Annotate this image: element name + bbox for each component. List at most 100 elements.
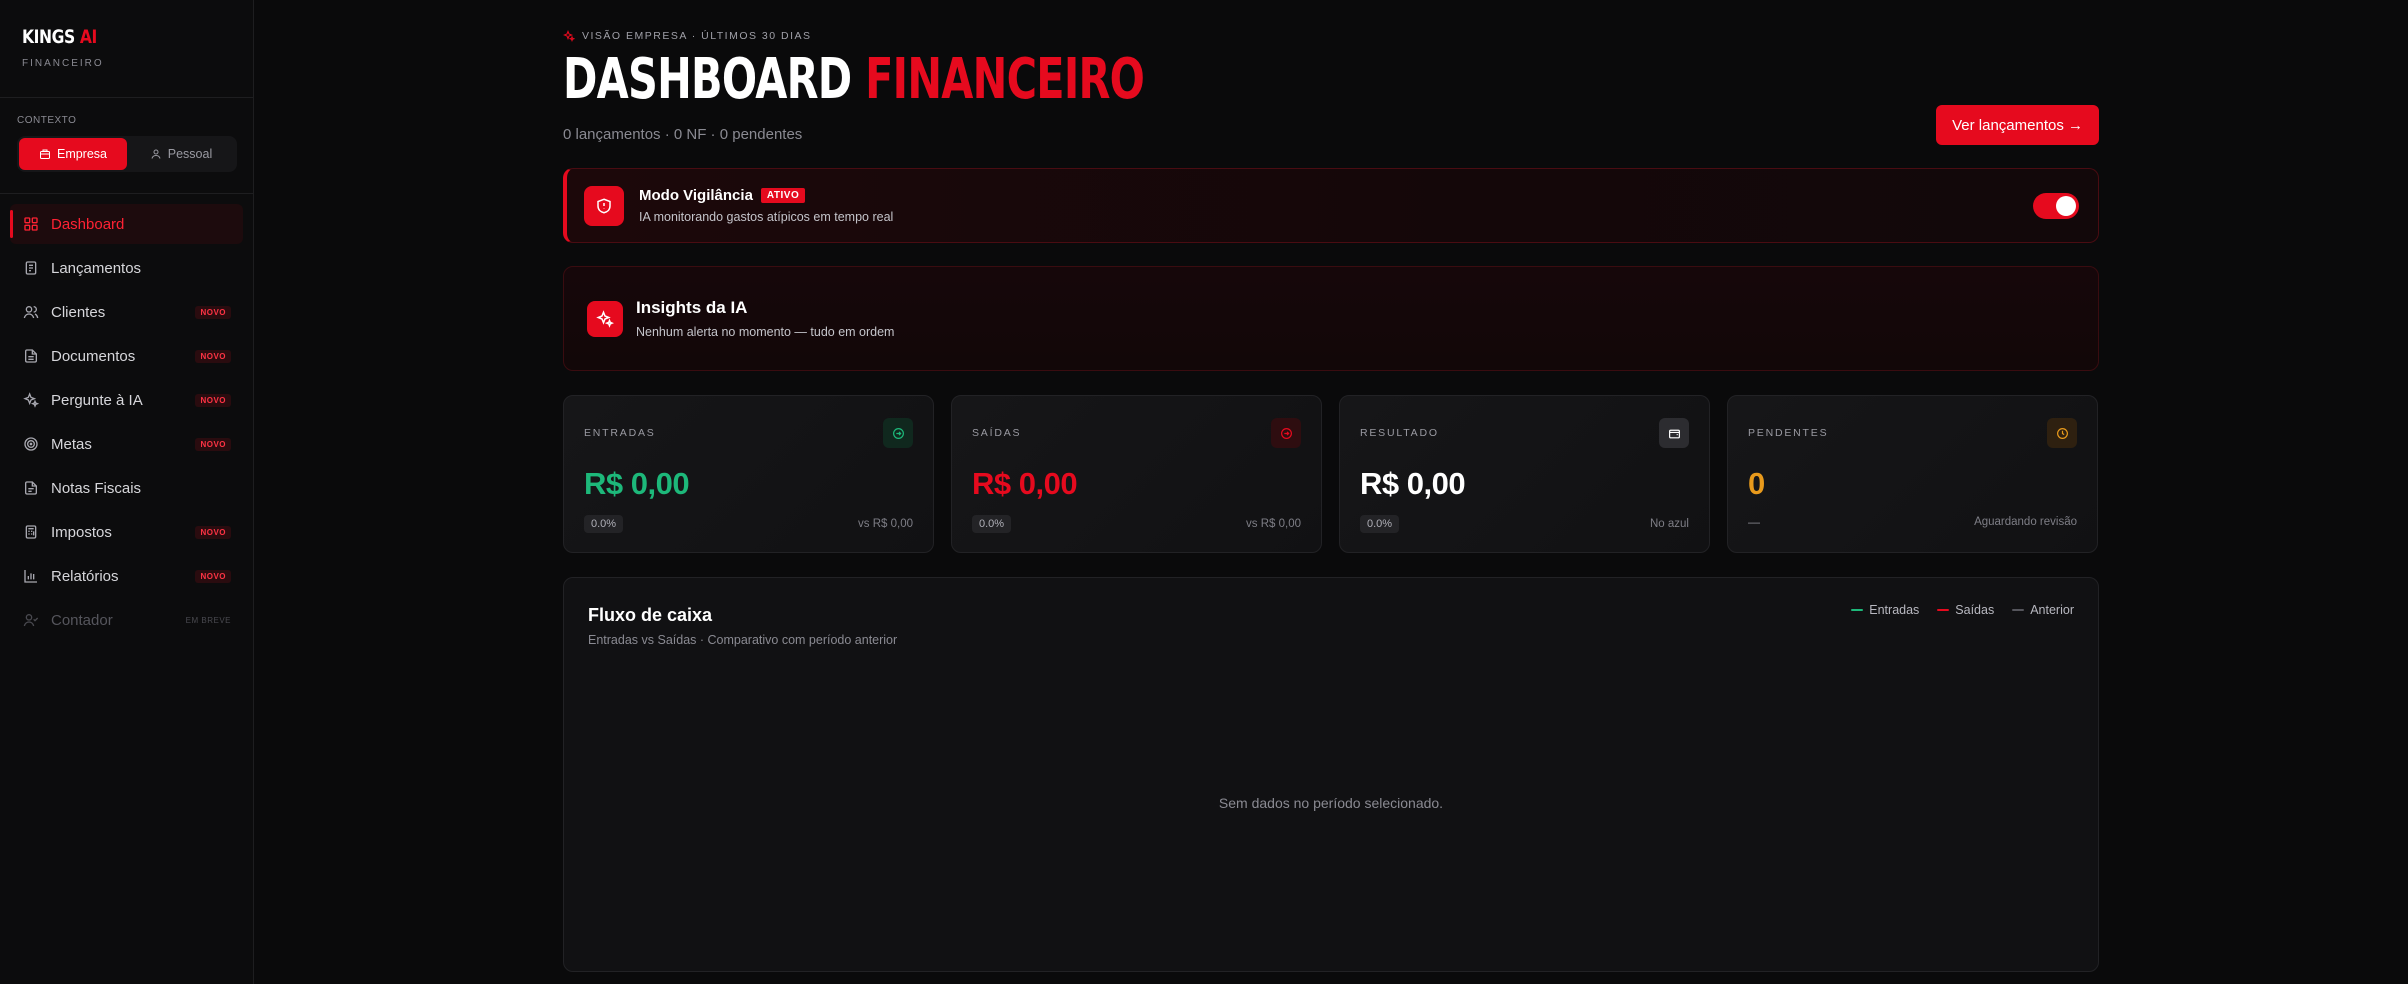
vigilance-title: Modo Vigilância [639, 187, 753, 204]
brand-subtitle: FINANCEIRO [22, 58, 104, 69]
legend-swatch [1851, 609, 1864, 611]
sidebar-item-label: Dashboard [51, 215, 125, 233]
status-badge: ATIVO [760, 188, 806, 203]
kpi-footer: — Aguardando revisão [1748, 515, 2077, 529]
eyebrow-text: VISÃO EMPRESA · ÚLTIMOS 30 DIAS [582, 30, 812, 42]
page-title: DASHBOARD FINANCEIRO [563, 47, 1145, 112]
grid-icon [23, 216, 39, 232]
page-title-accent: FINANCEIRO [865, 47, 1145, 112]
sidebar-item-pergunte-ia[interactable]: Pergunte à IA NOVO [10, 380, 243, 420]
kpi-change-chip: 0.0% [1360, 515, 1400, 533]
vigilance-toggle[interactable] [2033, 193, 2079, 219]
legend-item-anterior[interactable]: Anterior [2012, 603, 2074, 617]
kpi-label: SAÍDAS [972, 427, 1022, 439]
new-badge: NOVO [195, 437, 231, 451]
chart-empty-state: Sem dados no período selecionado. [1218, 795, 1444, 811]
vigilance-title-row: Modo Vigilância ATIVO [639, 187, 893, 204]
sidebar-item-documentos[interactable]: Documentos NOVO [10, 336, 243, 376]
legend-item-saidas[interactable]: Saídas [1937, 603, 1994, 617]
document-icon [23, 348, 39, 364]
legend-label: Anterior [2030, 603, 2074, 617]
context-section: CONTEXTO Empresa Pessoal [0, 98, 253, 194]
kpi-change-placeholder: — [1748, 515, 1760, 529]
kpi-change-chip: 0.0% [972, 515, 1012, 533]
context-option-empresa[interactable]: Empresa [19, 138, 127, 170]
sidebar-item-notas-fiscais[interactable]: Notas Fiscais [10, 468, 243, 508]
kpi-label: ENTRADAS [584, 427, 656, 439]
toggle-knob [2056, 196, 2076, 216]
kpi-note: vs R$ 0,00 [1246, 518, 1301, 530]
app: KINGS AI FINANCEIRO CONTEXTO Empresa Pes… [0, 0, 2408, 984]
kpi-value: 0 [1748, 466, 1765, 501]
clock-icon [2047, 418, 2077, 448]
users-icon [23, 304, 39, 320]
context-option-label: Empresa [56, 147, 108, 161]
sidebar-item-label: Impostos [51, 523, 112, 541]
user-check-icon [23, 612, 39, 628]
kpi-note: vs R$ 0,00 [858, 518, 913, 530]
kpi-card-pendentes: PENDENTES 0 — Aguardando revisão [1727, 395, 2098, 553]
new-badge: NOVO [195, 525, 231, 539]
kpi-label: PENDENTES [1748, 427, 1829, 439]
kpi-note: Aguardando revisão [1974, 516, 2077, 528]
brand: KINGS AI FINANCEIRO [0, 0, 253, 98]
brand-logo[interactable]: KINGS AI [22, 26, 193, 48]
arrow-circle-icon [1271, 418, 1301, 448]
sparkles-icon [587, 300, 623, 337]
kpi-card-resultado: RESULTADO R$ 0,00 0.0% No azul [1339, 395, 1710, 553]
sidebar: KINGS AI FINANCEIRO CONTEXTO Empresa Pes… [0, 0, 254, 984]
page-summary: 0 lançamentos · 0 NF · 0 pendentes [563, 126, 803, 143]
insights-title: Insights da IA [636, 298, 748, 317]
kpi-label: RESULTADO [1360, 427, 1439, 439]
main-content: VISÃO EMPRESA · ÚLTIMOS 30 DIAS DASHBOAR… [254, 0, 2408, 984]
sidebar-nav: Dashboard Lançamentos Clientes NOVO Docu… [0, 194, 253, 644]
sparkles-icon [23, 392, 39, 408]
kpi-row: ENTRADAS R$ 0,00 0.0% vs R$ 0,00 SAÍDAS … [563, 395, 2099, 553]
sidebar-item-clientes[interactable]: Clientes NOVO [10, 292, 243, 332]
ai-insights-card: Insights da IA Nenhum alerta no momento … [563, 266, 2099, 371]
sidebar-item-label: Contador [51, 611, 113, 629]
kpi-note: No azul [1650, 518, 1689, 530]
file-text-icon [23, 480, 39, 496]
vigilance-text: Modo Vigilância ATIVO IA monitorando gas… [639, 187, 893, 224]
wallet-icon [1659, 418, 1689, 448]
sidebar-item-label: Notas Fiscais [51, 479, 142, 497]
legend-swatch [2012, 609, 2025, 611]
context-switch: Empresa Pessoal [17, 136, 237, 172]
sidebar-item-label: Metas [51, 435, 92, 453]
kpi-footer: 0.0% vs R$ 0,00 [584, 515, 913, 533]
sidebar-item-relatorios[interactable]: Relatórios NOVO [10, 556, 243, 596]
sidebar-item-dashboard[interactable]: Dashboard [10, 204, 243, 244]
new-badge: NOVO [195, 569, 231, 583]
context-label: CONTEXTO [17, 115, 77, 126]
legend-swatch [1937, 609, 1950, 611]
brand-name-main: KINGS [22, 26, 75, 48]
sparkles-icon [563, 30, 575, 42]
kpi-change-chip: 0.0% [584, 515, 624, 533]
shield-icon [584, 185, 624, 226]
new-badge: NOVO [195, 393, 231, 407]
chart-title: Fluxo de caixa [588, 605, 713, 625]
sidebar-item-contador: Contador EM BREVE [10, 600, 243, 640]
legend-label: Saídas [1955, 603, 1995, 617]
vigilance-description: IA monitorando gastos atípicos em tempo … [639, 210, 894, 224]
chart-legend: Entradas Saídas Anterior [1851, 603, 2074, 617]
page-eyebrow: VISÃO EMPRESA · ÚLTIMOS 30 DIAS [563, 30, 812, 42]
bar-chart-icon [23, 568, 39, 584]
kpi-value: R$ 0,00 [584, 466, 690, 501]
sidebar-item-label: Clientes [51, 303, 106, 321]
sidebar-item-metas[interactable]: Metas NOVO [10, 424, 243, 464]
arrow-circle-icon [883, 418, 913, 448]
receipt-icon [23, 260, 39, 276]
insights-description: Nenhum alerta no momento — tudo em ordem [636, 325, 895, 339]
user-icon [151, 149, 161, 159]
view-entries-button[interactable]: Ver lançamentos → [1936, 105, 2099, 145]
context-option-pessoal[interactable]: Pessoal [127, 138, 235, 170]
new-badge: NOVO [195, 349, 231, 363]
sidebar-item-impostos[interactable]: Impostos NOVO [10, 512, 243, 552]
sidebar-item-lancamentos[interactable]: Lançamentos [10, 248, 243, 288]
kpi-card-entradas: ENTRADAS R$ 0,00 0.0% vs R$ 0,00 [563, 395, 934, 553]
legend-item-entradas[interactable]: Entradas [1851, 603, 1919, 617]
target-icon [23, 436, 39, 452]
context-option-label: Pessoal [167, 147, 213, 161]
